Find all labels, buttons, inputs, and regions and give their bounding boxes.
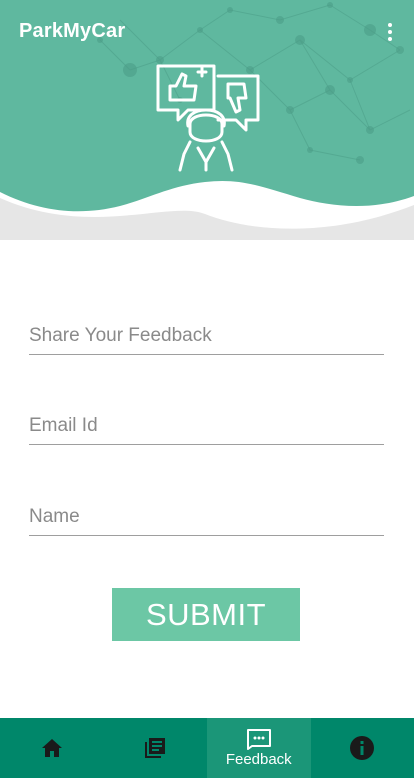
nav-item-feedback[interactable]: Feedback bbox=[207, 718, 311, 778]
nav-item-library[interactable] bbox=[104, 718, 208, 778]
feedback-input[interactable] bbox=[29, 309, 384, 354]
info-icon bbox=[350, 736, 375, 760]
nav-item-info[interactable] bbox=[311, 718, 414, 778]
submit-button[interactable]: SUBMIT bbox=[112, 588, 300, 641]
feedback-illustration-icon bbox=[156, 64, 260, 172]
app-title: ParkMyCar bbox=[19, 20, 126, 42]
bottom-navigation: Feedback bbox=[0, 718, 414, 778]
library-icon bbox=[145, 738, 166, 758]
name-input[interactable] bbox=[29, 490, 384, 535]
header-banner: ParkMyCar bbox=[0, 0, 414, 240]
nav-label-feedback: Feedback bbox=[225, 751, 292, 768]
name-field[interactable] bbox=[29, 490, 384, 536]
feedback-icon bbox=[246, 729, 271, 750]
email-field[interactable] bbox=[29, 399, 384, 445]
nav-item-home[interactable] bbox=[0, 718, 104, 778]
email-input[interactable] bbox=[29, 399, 384, 444]
overflow-menu-icon[interactable] bbox=[384, 20, 396, 44]
home-icon bbox=[41, 739, 62, 757]
feedback-field[interactable] bbox=[29, 309, 384, 355]
